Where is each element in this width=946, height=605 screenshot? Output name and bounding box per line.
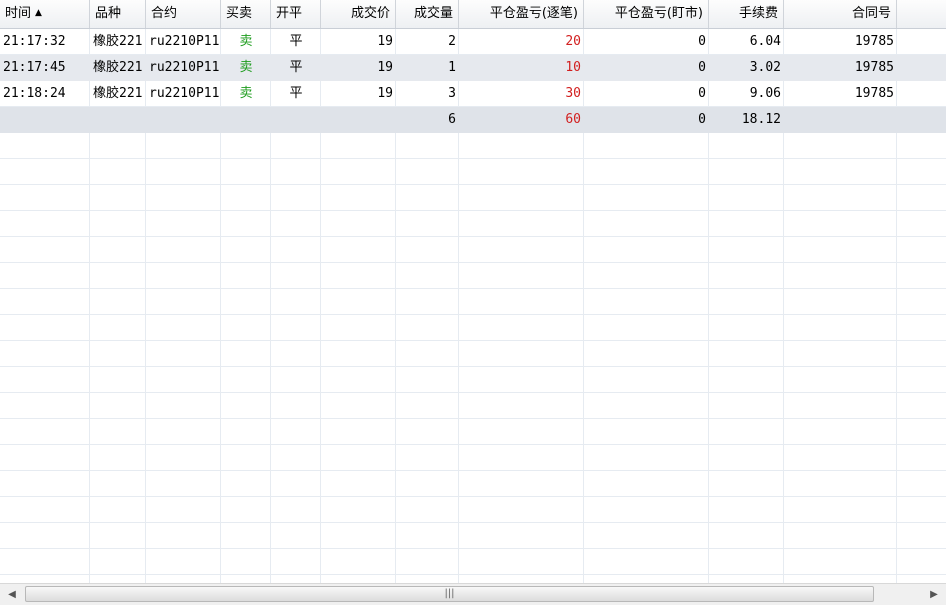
cell-time: 21:17:32 bbox=[3, 34, 66, 49]
cell-time: 21:17:45 bbox=[3, 60, 66, 75]
cell-pnl-trade: 30 bbox=[565, 86, 581, 101]
summary-row: 6 60 0 18.12 bbox=[0, 107, 946, 133]
table-row[interactable]: 21:17:32 橡胶221 ru2210P11 卖 平 19 2 20 0 6… bbox=[0, 29, 946, 55]
grid-line bbox=[0, 314, 946, 315]
grid-line bbox=[0, 158, 946, 159]
cell-pnl-mark: 0 bbox=[698, 86, 706, 101]
grid-line bbox=[0, 548, 946, 549]
column-header-price[interactable]: 成交价 bbox=[321, 0, 396, 28]
scroll-right-icon[interactable]: ▶ bbox=[924, 586, 944, 603]
table-row-selected[interactable]: 21:17:45 橡胶221 ru2210P11 卖 平 19 1 10 0 3… bbox=[0, 55, 946, 81]
cell-open-close: 平 bbox=[289, 34, 303, 49]
trade-records-grid: 时间 ▲ 品种 合约 买卖 开平 成交价 成交量 平仓盈亏(逐笔) 平仓盈亏(盯市… bbox=[0, 0, 946, 583]
column-header-pnl-mark[interactable]: 平仓盈亏(盯市) bbox=[584, 0, 709, 28]
cell-side: 卖 bbox=[239, 86, 253, 101]
cell-volume: 2 bbox=[448, 34, 456, 49]
column-header-time[interactable]: 时间 ▲ bbox=[0, 0, 90, 28]
cell-pnl-trade: 20 bbox=[565, 34, 581, 49]
grid-line bbox=[0, 574, 946, 575]
cell-contract-no: 19785 bbox=[854, 60, 894, 75]
column-label: 时间 bbox=[5, 6, 32, 21]
scrollbar-thumb[interactable]: ||| bbox=[25, 586, 874, 602]
cell-price: 19 bbox=[377, 60, 393, 75]
cell-product: 橡胶221 bbox=[93, 86, 143, 101]
grid-line bbox=[0, 444, 946, 445]
grid-line bbox=[0, 288, 946, 289]
cell-side: 卖 bbox=[239, 60, 253, 75]
cell-fee: 9.06 bbox=[749, 86, 781, 101]
grid-line bbox=[0, 184, 946, 185]
summary-pnl-trade: 60 bbox=[565, 112, 581, 127]
cell-fee: 3.02 bbox=[749, 60, 781, 75]
cell-pnl-mark: 0 bbox=[698, 34, 706, 49]
grid-line bbox=[0, 236, 946, 237]
cell-side: 卖 bbox=[239, 34, 253, 49]
table-row[interactable]: 21:18:24 橡胶221 ru2210P11 卖 平 19 3 30 0 9… bbox=[0, 81, 946, 107]
cell-volume: 1 bbox=[448, 60, 456, 75]
horizontal-scrollbar[interactable]: ◀ ||| ▶ bbox=[0, 583, 946, 605]
grip-icon: ||| bbox=[444, 588, 455, 599]
summary-volume: 6 bbox=[448, 112, 456, 127]
grid-line bbox=[0, 340, 946, 341]
cell-product: 橡胶221 bbox=[93, 34, 143, 49]
cell-contract-no: 19785 bbox=[854, 86, 894, 101]
column-header-side[interactable]: 买卖 bbox=[221, 0, 271, 28]
summary-fee: 18.12 bbox=[741, 112, 781, 127]
scroll-left-icon[interactable]: ◀ bbox=[2, 586, 22, 603]
column-header-open-close[interactable]: 开平 bbox=[271, 0, 321, 28]
grid-line bbox=[0, 496, 946, 497]
column-header-fee[interactable]: 手续费 bbox=[709, 0, 784, 28]
grid-line bbox=[0, 366, 946, 367]
cell-contract-no: 19785 bbox=[854, 34, 894, 49]
cell-contract: ru2210P11 bbox=[149, 34, 220, 49]
cell-price: 19 bbox=[377, 34, 393, 49]
grid-line bbox=[0, 470, 946, 471]
grid-line bbox=[0, 262, 946, 263]
cell-pnl-trade: 10 bbox=[565, 60, 581, 75]
cell-fee: 6.04 bbox=[749, 34, 781, 49]
cell-time: 21:18:24 bbox=[3, 86, 66, 101]
cell-contract: ru2210P11 bbox=[149, 86, 220, 101]
grid-header: 时间 ▲ 品种 合约 买卖 开平 成交价 成交量 平仓盈亏(逐笔) 平仓盈亏(盯市… bbox=[0, 0, 946, 29]
cell-price: 19 bbox=[377, 86, 393, 101]
cell-pnl-mark: 0 bbox=[698, 60, 706, 75]
column-header-contract-no[interactable]: 合同号 bbox=[784, 0, 897, 28]
summary-pnl-mark: 0 bbox=[698, 112, 706, 127]
grid-line bbox=[0, 522, 946, 523]
column-header-contract[interactable]: 合约 bbox=[146, 0, 221, 28]
column-header-product[interactable]: 品种 bbox=[90, 0, 146, 28]
grid-line bbox=[0, 418, 946, 419]
cell-product: 橡胶221 bbox=[93, 60, 143, 75]
grid-line bbox=[0, 392, 946, 393]
cell-volume: 3 bbox=[448, 86, 456, 101]
grid-body: 21:17:32 橡胶221 ru2210P11 卖 平 19 2 20 0 6… bbox=[0, 29, 946, 583]
cell-contract: ru2210P11 bbox=[149, 60, 220, 75]
sort-ascending-icon: ▲ bbox=[35, 8, 42, 18]
cell-open-close: 平 bbox=[289, 86, 303, 101]
cell-open-close: 平 bbox=[289, 60, 303, 75]
grid-line bbox=[0, 210, 946, 211]
column-header-pnl-trade[interactable]: 平仓盈亏(逐笔) bbox=[459, 0, 584, 28]
column-header-volume[interactable]: 成交量 bbox=[396, 0, 459, 28]
